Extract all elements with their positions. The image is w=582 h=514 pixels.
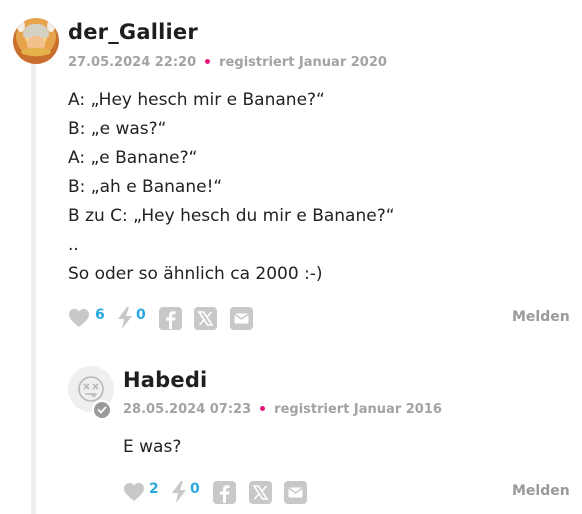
like-count: 2	[149, 481, 159, 497]
report-link[interactable]: Melden	[512, 483, 570, 499]
comment-meta: 27.05.2024 22:20 registriert Januar 2020	[68, 55, 387, 70]
timestamp: 27.05.2024 22:20	[68, 55, 197, 70]
mail-icon	[284, 481, 307, 504]
comment-text-line: A: „Hey hesch mir e Banane?“	[68, 90, 325, 110]
avatar-wing-left	[17, 20, 25, 32]
comment-text-line: B: „e was?“	[68, 119, 167, 139]
share-facebook-button[interactable]	[159, 307, 182, 334]
verified-badge	[92, 400, 112, 420]
username[interactable]: der_Gallier	[68, 20, 198, 44]
meta-separator-dot	[260, 406, 266, 411]
comment-meta: 28.05.2024 07:23 registriert Januar 2016	[123, 402, 442, 417]
avatar-wing-right	[47, 20, 55, 32]
comment-text-line: B zu C: „Hey hesch du mir e Banane?“	[68, 206, 395, 226]
flash-button[interactable]	[171, 481, 187, 507]
heart-icon	[124, 482, 144, 502]
comment-text-line: B: „ah e Banane!“	[68, 177, 223, 197]
mail-icon	[230, 307, 253, 330]
facebook-icon	[213, 481, 236, 504]
registered-since: registriert Januar 2020	[219, 55, 387, 70]
registered-since: registriert Januar 2016	[274, 402, 442, 417]
share-mail-button[interactable]	[284, 481, 307, 508]
report-link[interactable]: Melden	[512, 309, 570, 325]
thread-line	[31, 58, 36, 514]
avatar[interactable]	[13, 18, 59, 64]
like-button[interactable]	[68, 308, 90, 332]
share-facebook-button[interactable]	[213, 481, 236, 508]
like-count: 6	[95, 307, 105, 323]
lightning-icon	[172, 481, 186, 503]
comment-actions: 6 0 Melden	[68, 307, 570, 334]
comment-text-line: E was?	[123, 437, 182, 457]
share-x-button[interactable]	[249, 481, 272, 508]
comment-text-line: A: „e Banane?“	[68, 148, 198, 168]
meta-separator-dot	[205, 59, 211, 64]
checkmark-badge-icon	[97, 406, 107, 414]
dizzy-face-icon	[78, 376, 104, 402]
timestamp: 28.05.2024 07:23	[123, 402, 252, 417]
flash-count: 0	[136, 307, 146, 323]
flash-button[interactable]	[117, 307, 133, 333]
comment-actions: 2 0 Melden	[123, 481, 570, 508]
x-icon	[249, 481, 272, 504]
heart-icon	[69, 308, 89, 328]
flash-count: 0	[190, 481, 200, 497]
avatar-mustache	[21, 48, 51, 56]
like-button[interactable]	[123, 482, 145, 506]
lightning-icon	[118, 307, 132, 329]
share-mail-button[interactable]	[230, 307, 253, 334]
comment-text-line: So oder so ähnlich ca 2000 :-)	[68, 264, 323, 284]
username[interactable]: Habedi	[123, 368, 207, 392]
facebook-icon	[159, 307, 182, 330]
comment-text-line: ..	[68, 235, 79, 255]
x-icon	[194, 307, 217, 330]
share-x-button[interactable]	[194, 307, 217, 334]
